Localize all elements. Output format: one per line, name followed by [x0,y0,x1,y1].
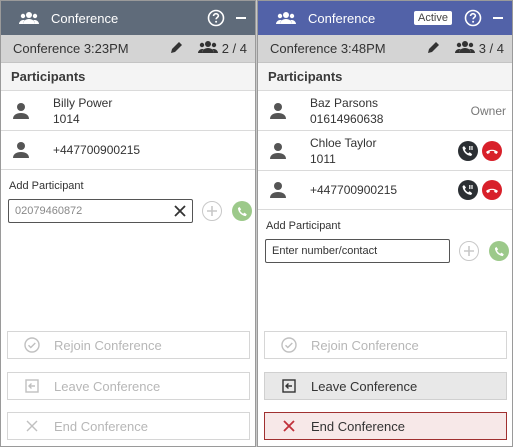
check-circle-icon [22,337,42,353]
leave-label: Leave Conference [54,378,161,394]
panel-header: Conference [1,1,255,35]
hangup-icon[interactable] [482,180,502,200]
hold-icon[interactable] [458,180,478,200]
person-icon [258,181,298,199]
end-conference-button[interactable]: End Conference [264,412,507,440]
help-icon[interactable] [207,9,225,27]
conference-name: Conference 3:48PM [270,41,386,56]
add-participant-input[interactable]: Enter number/contact [265,239,450,263]
add-participant-row: Enter number/contact [258,236,512,263]
add-icon[interactable] [459,241,479,261]
leave-icon [279,378,299,394]
participant-row: Baz Parsons 01614960638 Owner [258,91,512,131]
group-icon [19,11,39,25]
person-icon [1,141,41,159]
participants-heading: Participants [1,63,255,91]
add-participant-input[interactable]: 02079460872 [8,199,193,223]
participant-name: Chloe Taylor [310,135,377,150]
participant-row: Chloe Taylor 1011 [258,131,512,171]
close-icon [279,420,299,432]
participant-number: +447700900215 [53,143,141,157]
participant-row: +447700900215 [258,171,512,210]
help-icon[interactable] [464,9,482,27]
hangup-icon[interactable] [482,140,502,161]
participant-number: 01614960638 [310,111,384,126]
participant-count: 2 / 4 [221,41,247,56]
participant-row: Billy Power 1014 [1,91,255,131]
conference-panel-left: Conference Conference 3:23PM 2 / 4 Parti… [0,0,256,447]
call-icon[interactable] [232,201,252,221]
participant-count: 3 / 4 [478,41,504,56]
leave-icon [22,378,42,394]
header-title: Conference [308,10,376,26]
add-participant-placeholder: Enter number/contact [272,245,378,257]
owner-label: Owner [470,103,506,118]
header-title: Conference [51,10,119,26]
end-conference-button: End Conference [7,412,250,440]
add-participant-label: Add Participant [9,180,84,192]
participants-icon [197,40,218,57]
minimize-icon[interactable] [492,12,504,24]
add-participant-label: Add Participant [266,220,341,232]
participant-row: +447700900215 [1,131,255,170]
rejoin-label: Rejoin Conference [311,337,419,353]
participants-icon [454,40,475,57]
leave-conference-button[interactable]: Leave Conference [264,372,507,400]
clear-icon[interactable] [174,205,186,217]
rejoin-conference-button: Rejoin Conference [264,331,507,359]
edit-icon[interactable] [427,40,441,57]
minimize-icon[interactable] [235,12,247,24]
participant-name: Billy Power [53,95,113,110]
participant-name: Baz Parsons [310,95,379,110]
call-icon[interactable] [489,241,509,261]
person-icon [258,142,298,160]
end-label: End Conference [54,418,148,434]
add-participant-value: 02079460872 [15,205,83,217]
leave-label: Leave Conference [311,378,418,394]
participant-number: 1011 [310,151,336,166]
add-participant-row: 02079460872 [1,196,255,223]
participant-number: 1014 [53,111,80,126]
add-icon[interactable] [202,201,222,221]
participants-heading: Participants [258,63,512,91]
conference-bar: Conference 3:48PM 3 / 4 [258,35,512,63]
leave-conference-button: Leave Conference [7,372,250,400]
hold-icon[interactable] [458,140,478,161]
group-icon [276,11,296,25]
conference-panel-right: Conference Active Conference 3:48PM 3 / … [257,0,513,447]
rejoin-conference-button: Rejoin Conference [7,331,250,359]
rejoin-label: Rejoin Conference [54,337,162,353]
participant-number: +447700900215 [310,183,398,197]
panel-header: Conference Active [258,1,512,35]
status-badge: Active [414,11,452,25]
conference-name: Conference 3:23PM [13,41,129,56]
person-icon [258,102,298,120]
conference-bar: Conference 3:23PM 2 / 4 [1,35,255,63]
edit-icon[interactable] [170,40,184,57]
end-label: End Conference [311,418,405,434]
check-circle-icon [279,337,299,353]
close-icon [22,420,42,432]
person-icon [1,102,41,120]
